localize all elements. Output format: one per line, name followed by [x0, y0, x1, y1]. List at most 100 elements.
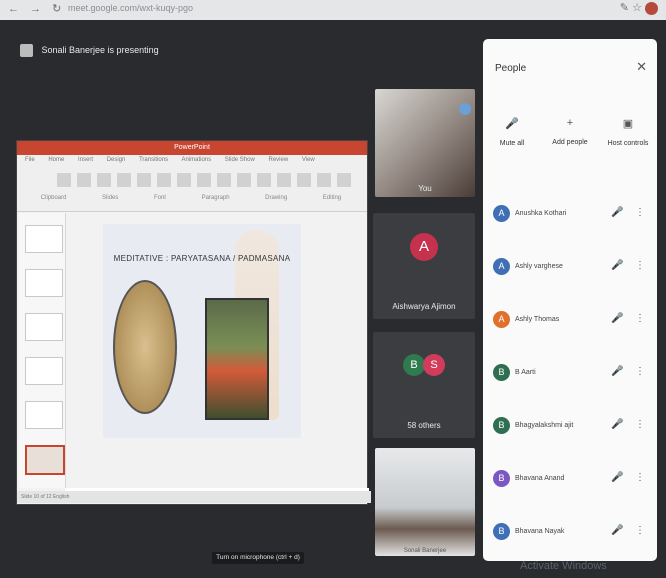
others-tile[interactable]: B S 58 others [373, 332, 475, 438]
presenter-video-feed [375, 448, 475, 556]
participant-row[interactable]: A Anushka Kothari 🎤 ⋮ [493, 199, 653, 252]
others-avatar-2: S [423, 354, 445, 376]
more-options-icon[interactable]: ⋮ [635, 207, 645, 218]
others-count-label: 58 others [407, 421, 441, 430]
participant-name: Bhagyalakshmi ajit [515, 422, 574, 429]
participant-name: B Aarti [515, 369, 536, 376]
participant-row[interactable]: B Bhavana Anand 🎤 ⋮ [493, 464, 653, 517]
microphone-tooltip: Turn on microphone (ctrl + d) [212, 552, 304, 564]
participant-avatar: B [493, 364, 510, 381]
ppt-titlebar: PowerPoint [17, 141, 367, 155]
ribbon-group: Paragraph [201, 195, 230, 201]
participant-avatar: A [493, 258, 510, 275]
slide-title: MEDITATIVE : PARYATASANA / PADMASANA [113, 254, 291, 263]
ppt-tab[interactable]: Insert [78, 157, 93, 163]
more-options-icon[interactable]: ⋮ [635, 313, 645, 324]
add-people-button[interactable]: + Add people [544, 117, 596, 147]
ribbon-group: Editing [322, 195, 342, 201]
participant-avatar: B [493, 470, 510, 487]
ribbon-group: Slides [102, 195, 119, 201]
add-people-label: Add people [552, 139, 588, 146]
participant-name: Ashly varghese [515, 263, 563, 270]
ribbon-group: Font [153, 195, 166, 201]
participant-avatar: B [493, 523, 510, 540]
participant-row[interactable]: B B Aarti 🎤 ⋮ [493, 358, 653, 411]
mic-off-icon[interactable]: 🎤 [611, 366, 623, 377]
mic-off-icon[interactable]: 🎤 [611, 419, 623, 430]
presenter-banner: Sonali Banerjee is presenting [20, 44, 159, 57]
host-controls-icon: ▣ [622, 118, 634, 130]
participant-avatar: A [493, 311, 510, 328]
browser-icons[interactable]: ✎ ☆ [620, 2, 642, 14]
participant-name: Aishwarya Ajimon [392, 302, 456, 311]
ppt-ribbon: File Home Insert Design Transitions Anim… [17, 155, 367, 212]
lotus-pose-image [113, 280, 177, 414]
more-options-icon[interactable]: ⋮ [635, 366, 645, 377]
meditation-photo [205, 298, 269, 420]
profile-avatar-icon[interactable] [645, 1, 658, 15]
participant-tile[interactable]: A Aishwarya Ajimon [373, 213, 475, 319]
ppt-statusbar: Slide 10 of 12 English [17, 491, 371, 503]
mic-off-icon[interactable]: 🎤 [611, 260, 623, 271]
add-person-icon: + [566, 117, 574, 129]
others-avatar-1: B [403, 354, 425, 376]
mute-all-label: Mute all [499, 140, 525, 147]
mute-all-button[interactable]: 🎤 Mute all [486, 117, 538, 147]
browser-toolbar: ← → ↻ meet.google.com/wxt-kuqy-pgo ✎ ☆ [0, 0, 666, 20]
browser-nav-buttons[interactable]: ← → ↻ [8, 2, 65, 15]
participant-name: Bhavana Anand [515, 475, 565, 482]
participant-row[interactable]: A Ashly Thomas 🎤 ⋮ [493, 305, 653, 358]
presentation-icon [20, 44, 33, 57]
ppt-tab[interactable]: View [302, 157, 315, 163]
more-options-icon[interactable]: ⋮ [635, 260, 645, 271]
participant-row[interactable]: B Bhavana Nayak 🎤 ⋮ [493, 517, 653, 570]
mic-off-icon[interactable]: 🎤 [611, 472, 623, 483]
presenter-video-tile: Sonali Banerjee [375, 448, 475, 556]
slide-thumbnail[interactable] [25, 269, 63, 297]
mic-off-icon[interactable]: 🎤 [611, 313, 623, 324]
ppt-tab[interactable]: Slide Show [225, 157, 255, 163]
ppt-tab[interactable]: Animations [181, 157, 211, 163]
host-controls-label: Host controls [607, 140, 649, 147]
ribbon-groups: Clipboard Slides Font Paragraph Drawing … [23, 195, 359, 201]
participant-name: Anushka Kothari [515, 210, 567, 217]
slide-thumbnail[interactable] [25, 401, 63, 429]
presenter-tile-label: Sonali Banerjee [403, 548, 447, 554]
people-actions: 🎤 Mute all + Add people ▣ Host controls [483, 117, 657, 147]
slide-thumbnail[interactable] [25, 357, 63, 385]
people-panel: People ✕ 🎤 Mute all + Add people ▣ Host … [483, 39, 657, 561]
ppt-tab[interactable]: File [25, 157, 35, 163]
self-video-tile: You [375, 89, 475, 197]
participant-list: A Anushka Kothari 🎤 ⋮ A Ashly varghese 🎤… [493, 199, 653, 570]
slide-thumbnails [19, 213, 66, 488]
ribbon-group: Drawing [265, 195, 288, 201]
self-tile-label: You [418, 184, 432, 193]
more-options-icon[interactable]: ⋮ [635, 419, 645, 430]
participant-avatar: A [410, 233, 438, 261]
mic-off-icon[interactable]: 🎤 [611, 525, 623, 536]
ppt-tabs: File Home Insert Design Transitions Anim… [25, 157, 327, 163]
ribbon-group: Clipboard [40, 195, 67, 201]
host-controls-button[interactable]: ▣ Host controls [602, 117, 654, 147]
participant-name: Bhavana Nayak [515, 528, 565, 535]
participant-avatar: A [493, 205, 510, 222]
ppt-tab[interactable]: Transitions [139, 157, 168, 163]
more-options-icon[interactable]: ⋮ [635, 472, 645, 483]
mic-off-icon[interactable]: 🎤 [611, 207, 623, 218]
slide-thumbnail[interactable] [25, 225, 63, 253]
more-options-icon[interactable]: ⋮ [635, 525, 645, 536]
browser-right-icons: ✎ ☆ [620, 1, 658, 15]
people-panel-title: People [495, 63, 527, 74]
slide-thumbnail-selected[interactable] [25, 445, 65, 475]
mic-off-icon: 🎤 [505, 118, 519, 130]
ppt-tab[interactable]: Design [107, 157, 126, 163]
ppt-tab[interactable]: Home [48, 157, 64, 163]
ppt-tab[interactable]: Review [269, 157, 289, 163]
slide-canvas: MEDITATIVE : PARYATASANA / PADMASANA [103, 224, 301, 438]
participant-row[interactable]: B Bhagyalakshmi ajit 🎤 ⋮ [493, 411, 653, 464]
close-icon[interactable]: ✕ [636, 59, 647, 75]
participant-row[interactable]: A Ashly varghese 🎤 ⋮ [493, 252, 653, 305]
ribbon-controls [57, 173, 357, 187]
slide-thumbnail[interactable] [25, 313, 63, 341]
address-bar[interactable]: meet.google.com/wxt-kuqy-pgo [68, 3, 193, 13]
